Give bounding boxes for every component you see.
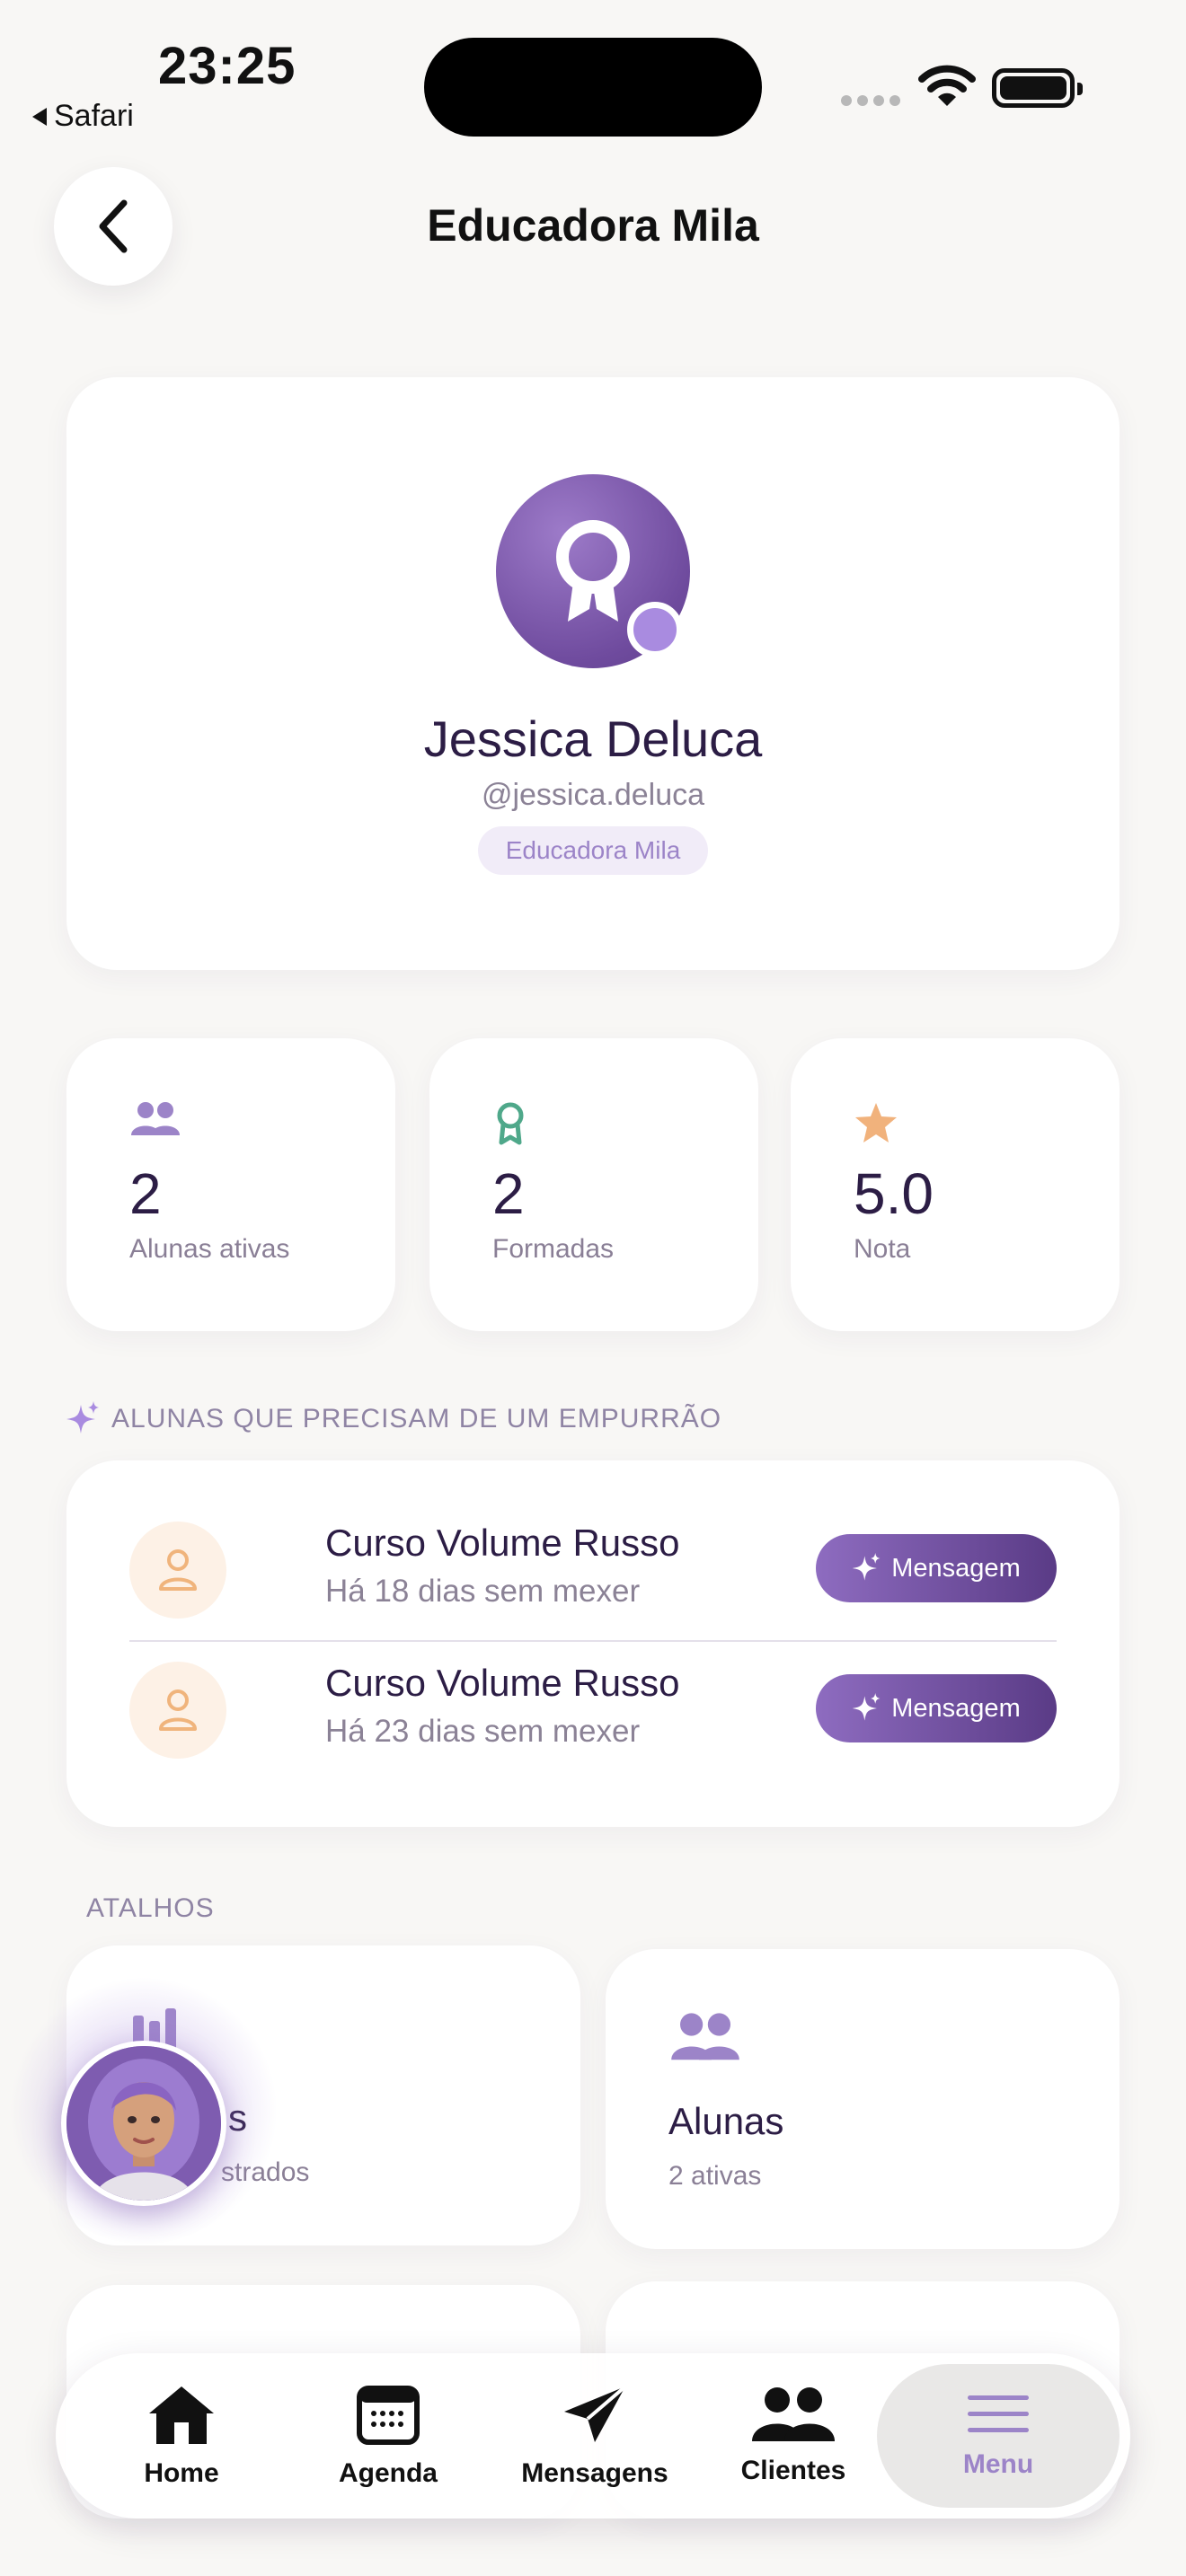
student-avatar	[129, 1662, 226, 1759]
user-icon	[159, 1549, 197, 1591]
users-icon	[752, 2387, 835, 2441]
nav-label: Menu	[962, 2449, 1034, 2479]
stat-label: Nota	[854, 1234, 911, 1264]
stat-label: Alunas ativas	[129, 1234, 290, 1264]
stat-label: Formadas	[492, 1234, 615, 1264]
nav-messages[interactable]: Mensagens	[505, 2353, 685, 2519]
nav-agenda[interactable]: Agenda	[325, 2353, 451, 2519]
nav-label: Agenda	[338, 2458, 438, 2488]
users-icon	[671, 2013, 739, 2060]
nudge-list: Curso Volume Russo Há 18 dias sem mexer …	[66, 1460, 1120, 1827]
nudge-heading-label: ALUNAS QUE PRECISAM DE UM EMPURRÃO	[111, 1404, 722, 1434]
profile-name: Jessica Deluca	[423, 710, 763, 767]
back-triangle-icon	[32, 107, 47, 126]
shortcut-title: Alunas	[668, 2100, 784, 2142]
course-title: Curso Volume Russo	[325, 1662, 680, 1704]
wifi-icon	[918, 65, 976, 106]
shortcut-subtitle: 2 ativas	[668, 2161, 762, 2191]
student-avatar	[129, 1522, 226, 1619]
assistant-avatar[interactable]	[61, 2041, 226, 2206]
stat-value: 5.0	[854, 1161, 934, 1226]
message-button-label: Mensagem	[891, 1553, 1021, 1583]
sparkle-icon	[852, 1693, 881, 1721]
safari-back-label: Safari	[54, 99, 134, 133]
nav-label: Mensagens	[521, 2458, 668, 2488]
nav-label: Home	[144, 2458, 219, 2488]
inactivity-text: Há 18 dias sem mexer	[325, 1574, 641, 1609]
users-icon	[131, 1102, 180, 1135]
profile-card	[66, 377, 1120, 970]
nudge-section-heading: ALUNAS QUE PRECISAM DE UM EMPURRÃO	[66, 1401, 721, 1437]
message-button[interactable]: Mensagem	[816, 1534, 1057, 1602]
stat-card-graduated[interactable]: 2 Formadas	[429, 1038, 758, 1331]
send-icon	[564, 2385, 627, 2442]
shortcut-card-students[interactable]: Alunas 2 ativas	[606, 1949, 1120, 2249]
award-icon	[497, 1102, 524, 1145]
safari-back-link[interactable]: Safari	[32, 99, 134, 134]
nav-clients[interactable]: Clientes	[717, 2353, 870, 2519]
battery-icon	[992, 68, 1083, 108]
inactivity-text: Há 23 dias sem mexer	[325, 1714, 641, 1749]
course-title: Curso Volume Russo	[325, 1522, 680, 1564]
nav-label: Clientes	[740, 2456, 846, 2485]
page-title: Educadora Mila	[427, 200, 759, 251]
status-dot	[627, 602, 683, 657]
assistant-portrait-icon	[66, 2046, 221, 2201]
dynamic-island	[424, 38, 762, 137]
user-icon	[159, 1689, 197, 1731]
profile-handle: @jessica.deluca	[481, 778, 705, 812]
menu-icon	[968, 2395, 1029, 2432]
bottom-nav: Home Agenda Mensagens Clientes Menu	[56, 2353, 1130, 2519]
stat-card-active[interactable]: 2 Alunas ativas	[66, 1038, 395, 1331]
home-icon	[149, 2386, 214, 2444]
signal-dots-icon	[841, 95, 900, 106]
shortcuts-heading: ATALHOS	[86, 1893, 215, 1923]
sparkle-icon	[852, 1553, 881, 1581]
nav-home[interactable]: Home	[119, 2353, 244, 2519]
message-button-label: Mensagem	[891, 1693, 1021, 1723]
message-button[interactable]: Mensagem	[816, 1674, 1057, 1742]
list-item[interactable]: Curso Volume Russo Há 23 dias sem mexer …	[129, 1636, 1057, 1777]
stat-card-rating[interactable]: 5.0 Nota	[791, 1038, 1120, 1331]
list-item[interactable]: Curso Volume Russo Há 18 dias sem mexer …	[129, 1496, 1057, 1636]
nav-menu[interactable]: Menu	[877, 2364, 1120, 2508]
stat-value: 2	[129, 1161, 162, 1226]
star-icon	[855, 1103, 897, 1142]
stat-value: 2	[492, 1161, 525, 1226]
calendar-icon	[357, 2386, 420, 2445]
sparkle-icon	[66, 1401, 99, 1434]
role-badge: Educadora Mila	[478, 826, 708, 875]
status-time: 23:25	[158, 37, 296, 95]
